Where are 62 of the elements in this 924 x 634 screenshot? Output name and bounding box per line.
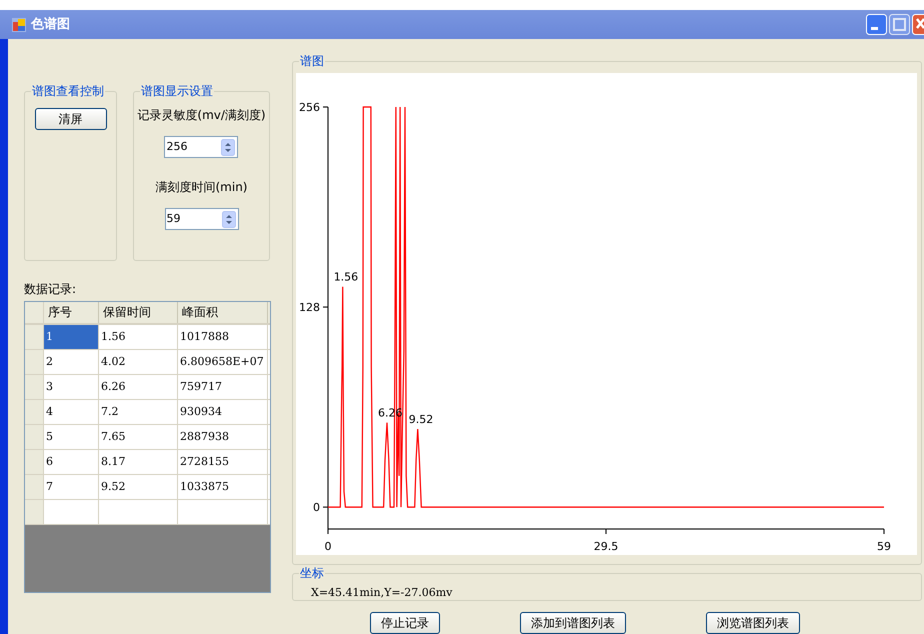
table-cell[interactable]: 6.26 — [99, 375, 178, 399]
table-cell[interactable]: 6 — [44, 450, 99, 474]
coordinates-text: X=45.41min,Y=-27.06mv — [311, 586, 452, 599]
table-cell[interactable]: 7.2 — [99, 400, 178, 424]
table-cell[interactable]: 4 — [44, 400, 99, 424]
window-title: 色谱图 — [31, 16, 70, 34]
row-header[interactable] — [25, 500, 44, 524]
table-cell[interactable]: 7.65 — [99, 425, 178, 449]
column-header[interactable]: 保留时间 — [99, 302, 178, 323]
y-tick-label: 0 — [313, 501, 320, 514]
table-cell[interactable]: 3 — [44, 375, 99, 399]
row-header[interactable] — [25, 450, 44, 474]
action-button[interactable]: 停止记录 — [370, 612, 440, 634]
group-title: 谱图显示设置 — [140, 83, 214, 99]
row-header[interactable] — [25, 375, 44, 399]
x-tick-label: 29.5 — [594, 540, 618, 553]
table-cell[interactable]: 8.17 — [99, 450, 178, 474]
field-label: 满刻度时间(min) — [156, 180, 248, 194]
clear-screen-button[interactable]: 清屏 — [34, 108, 106, 130]
group-title: 谱图 — [299, 53, 325, 69]
table-cell[interactable]: 2 — [44, 350, 99, 374]
section-label: 数据记录: — [24, 281, 78, 297]
group-title: 谱图查看控制 — [31, 83, 105, 99]
table-cell[interactable]: 2728155 — [178, 450, 268, 474]
table-cell[interactable]: 759717 — [178, 375, 268, 399]
column-header[interactable]: 序号 — [44, 302, 99, 323]
y-tick-label: 128 — [299, 301, 320, 314]
y-tick-label: 256 — [299, 101, 320, 114]
row-header[interactable] — [25, 400, 44, 424]
action-button[interactable]: 添加到谱图列表 — [520, 612, 626, 634]
row-header[interactable] — [25, 325, 44, 349]
table-cell[interactable]: 7 — [44, 475, 99, 499]
table-cell[interactable]: 1 — [44, 325, 99, 349]
peak-label: 1.56 — [334, 270, 358, 284]
spin-arrows-icon[interactable] — [221, 138, 236, 156]
x-tick-label: 0 — [324, 540, 332, 553]
minimize-icon[interactable] — [866, 14, 887, 35]
spin-arrows-icon[interactable] — [222, 210, 236, 228]
table-cell[interactable]: 2887938 — [178, 425, 268, 449]
column-header[interactable]: 峰面积 — [178, 302, 268, 323]
row-header[interactable] — [25, 350, 44, 374]
row-header[interactable] — [25, 425, 44, 449]
table-cell[interactable]: 9.52 — [99, 475, 178, 499]
field-label: 记录灵敏度(mv/满刻度) — [137, 108, 266, 122]
data-grid[interactable]: 序号 保留时间 峰面积 1 1.56 1017888 2 4.02 6.809658E+07 3 6.26 759717 4 7.2 930934 5 7.65 2887938 6 8.17 2728155 7 9.52 1033875 — [24, 301, 271, 593]
number-field[interactable]: 59 — [164, 208, 238, 230]
row-header[interactable] — [25, 475, 44, 499]
table-cell[interactable]: 4.02 — [99, 350, 178, 374]
table-cell[interactable]: 1.56 — [99, 325, 178, 349]
app-icon — [12, 18, 26, 32]
table-cell[interactable]: 1033875 — [178, 475, 268, 499]
peak-label: 9.52 — [408, 412, 434, 426]
table-cell[interactable]: 1017888 — [178, 325, 268, 349]
maximize-icon[interactable] — [889, 14, 910, 35]
table-cell[interactable]: 5 — [44, 425, 99, 449]
number-field[interactable]: 256 — [164, 136, 238, 158]
group-title: 坐标 — [299, 565, 325, 581]
action-button[interactable]: 浏览谱图列表 — [706, 612, 800, 634]
table-cell[interactable]: 930934 — [178, 400, 268, 424]
table-cell[interactable]: 6.809658E+07 — [178, 350, 268, 374]
close-icon[interactable] — [912, 14, 924, 35]
x-tick-label: 59 — [877, 540, 891, 553]
